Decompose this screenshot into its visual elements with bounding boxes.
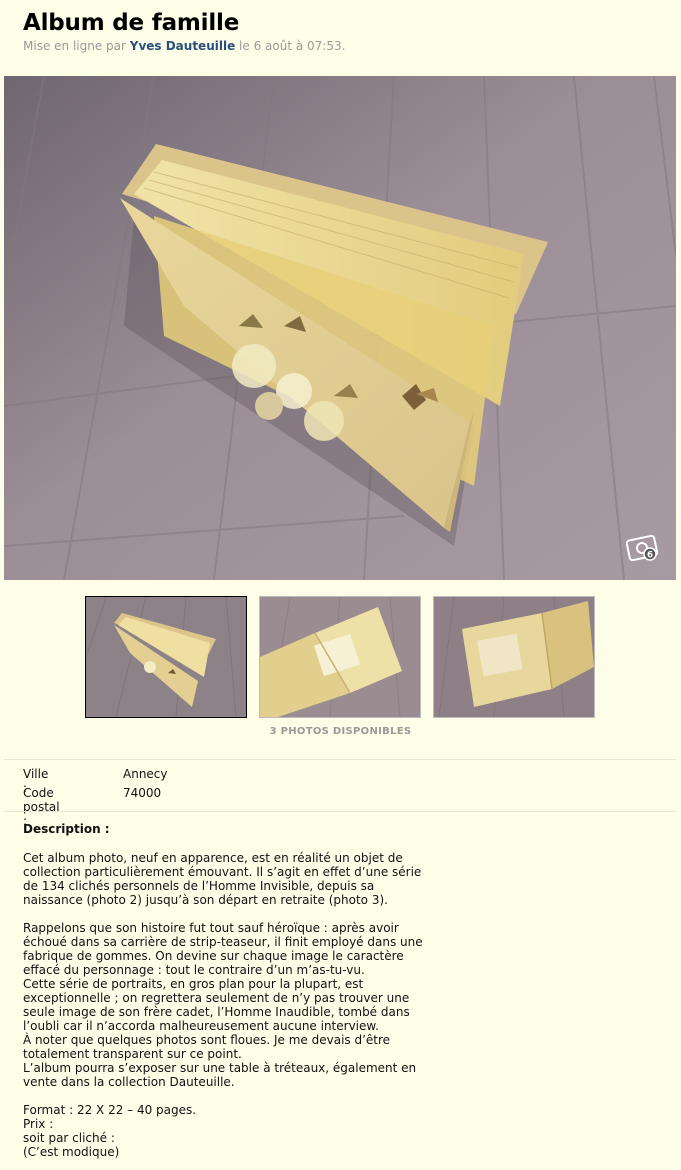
separator — [4, 811, 676, 812]
thumbnail-strip — [0, 596, 681, 718]
thumbnail-1[interactable] — [85, 596, 247, 718]
description-text: Cet album photo, neuf en apparence, est … — [23, 851, 423, 1159]
camera-icon[interactable]: 6 — [626, 530, 662, 562]
main-photo[interactable]: 6 — [4, 76, 676, 580]
svg-text:6: 6 — [647, 551, 653, 561]
byline-suffix: le 6 août à 07:53. — [235, 39, 346, 53]
author-link[interactable]: Yves Dauteuille — [130, 39, 235, 53]
description-title: Description : — [23, 822, 110, 836]
photos-available-label: 3 PHOTOS DISPONIBLES — [269, 726, 412, 737]
listing-byline: Mise en ligne par Yves Dauteuille le 6 a… — [23, 39, 345, 53]
main-photo-image — [4, 76, 676, 580]
listing-page: Album de famille Mise en ligne par Yves … — [0, 0, 681, 1170]
byline-prefix: Mise en ligne par — [23, 39, 130, 53]
listing-title: Album de famille — [23, 10, 240, 36]
city-value: Annecy — [123, 767, 168, 781]
thumbnail-3[interactable] — [433, 596, 595, 718]
thumbnail-2[interactable] — [259, 596, 421, 718]
postal-value: 74000 — [123, 786, 162, 800]
separator — [4, 759, 676, 760]
